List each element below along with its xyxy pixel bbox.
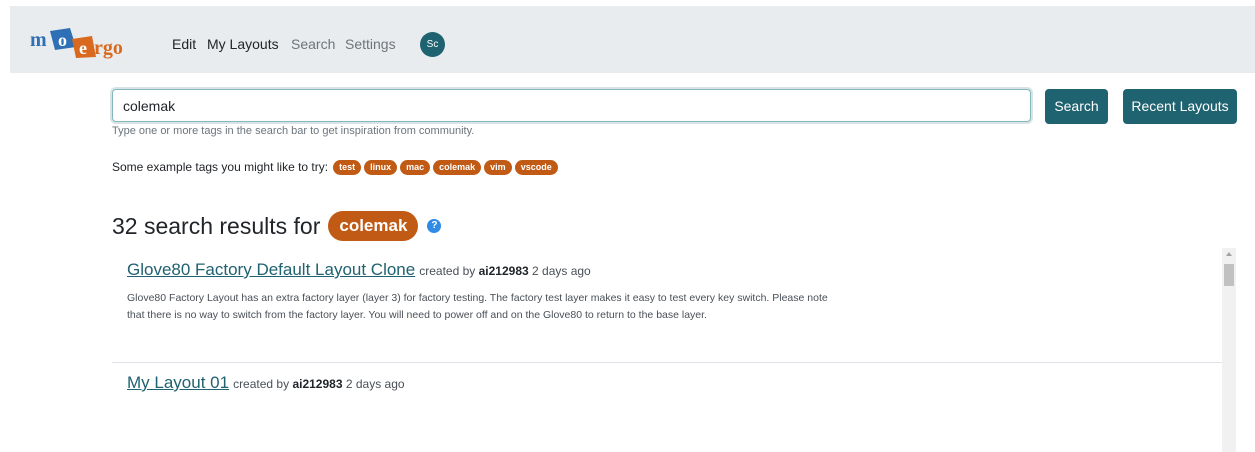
created-by-label: created by — [419, 264, 476, 278]
search-input[interactable] — [112, 89, 1031, 122]
results-scrollbar[interactable] — [1222, 248, 1236, 452]
result-author: ai212983 — [478, 264, 529, 278]
user-avatar[interactable]: Sc — [420, 32, 445, 57]
svg-text:e: e — [79, 38, 87, 58]
tag-linux[interactable]: linux — [364, 159, 398, 175]
question-circle-icon[interactable]: ? — [427, 219, 442, 233]
example-tags: Some example tags you might like to try:… — [112, 157, 561, 177]
result-author: ai212983 — [292, 377, 343, 391]
search-hint: Type one or more tags in the search bar … — [112, 125, 475, 137]
tag-vscode[interactable]: vscode — [514, 159, 558, 175]
tag-mac[interactable]: mac — [400, 159, 431, 175]
created-by-label: created by — [233, 377, 290, 391]
tag-test[interactable]: test — [333, 159, 362, 175]
list-item: Glove80 Factory Default Layout Clone cre… — [112, 250, 1222, 363]
nav-my-layouts[interactable]: My Layouts — [207, 35, 279, 53]
search-button[interactable]: Search — [1045, 89, 1108, 124]
result-age: 2 days ago — [532, 264, 591, 278]
result-meta: created by ai212983 2 days ago — [419, 264, 591, 278]
svg-text:m: m — [30, 29, 47, 51]
query-tag[interactable]: colemak — [328, 211, 419, 241]
result-title-link[interactable]: My Layout 01 — [127, 373, 229, 393]
recent-layouts-button[interactable]: Recent Layouts — [1123, 89, 1237, 124]
mo-ergo-logo[interactable]: m o e rgo — [30, 27, 150, 59]
nav-settings[interactable]: Settings — [345, 35, 396, 53]
scrollbar-thumb[interactable] — [1224, 264, 1234, 286]
tag-vim[interactable]: vim — [484, 159, 512, 175]
svg-text:rgo: rgo — [94, 37, 123, 59]
results-count: 32 search results for — [112, 212, 321, 239]
list-item: My Layout 01 created by ai212983 2 days … — [112, 363, 1222, 443]
result-meta: created by ai212983 2 days ago — [233, 377, 405, 391]
tag-colemak[interactable]: colemak — [433, 159, 482, 175]
nav-edit[interactable]: Edit — [172, 35, 196, 53]
result-description: Glove80 Factory Layout has an extra fact… — [127, 292, 828, 321]
nav-search[interactable]: Search — [291, 35, 335, 53]
svg-text:o: o — [58, 30, 67, 50]
top-navbar: m o e rgo Edit My Layouts Search Setting… — [10, 6, 1255, 73]
example-tags-label: Some example tags you might like to try: — [112, 160, 329, 174]
result-age: 2 days ago — [345, 377, 405, 391]
results-heading: 32 search results for colemak ? — [112, 209, 442, 243]
result-title-link[interactable]: Glove80 Factory Default Layout Clone — [127, 260, 415, 280]
results-list: Glove80 Factory Default Layout Clone cre… — [112, 250, 1222, 452]
scroll-up-arrow-icon[interactable] — [1226, 252, 1232, 256]
